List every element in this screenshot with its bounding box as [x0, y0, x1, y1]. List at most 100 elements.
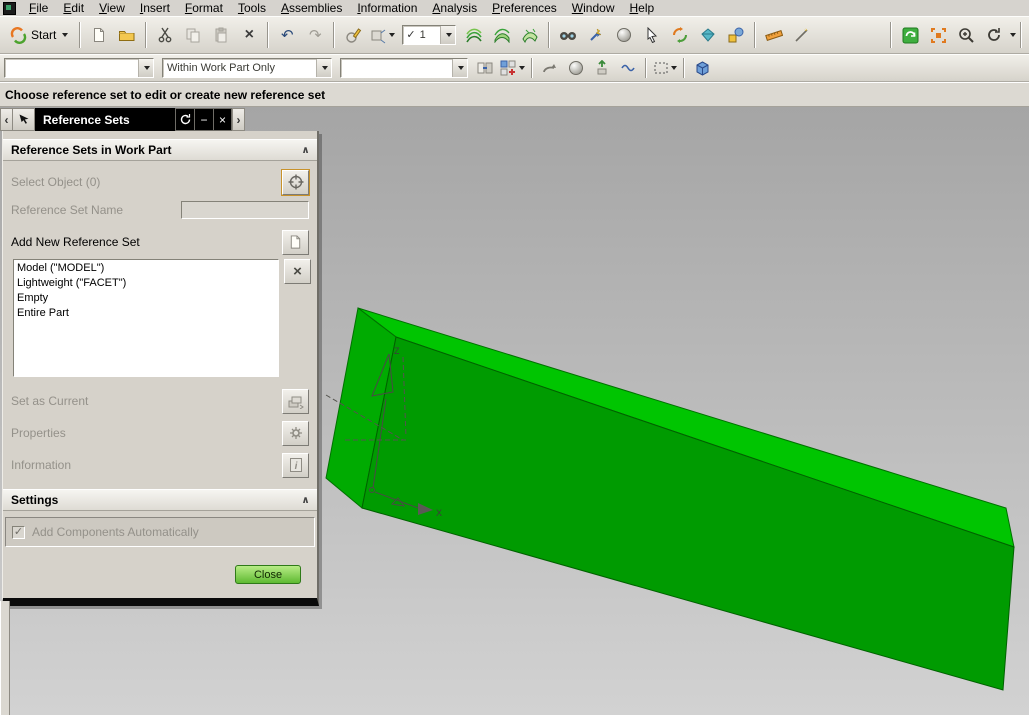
menu-analysis[interactable]: Analysis: [425, 0, 485, 16]
selection-scope-combo[interactable]: Within Work Part Only: [162, 58, 332, 78]
undo-icon: ↶: [281, 26, 294, 44]
add-components-checkbox: ✓: [12, 525, 25, 539]
redo-button: ↷: [304, 23, 326, 47]
blue-cube-icon: [696, 61, 708, 76]
component-name-dropdown-button[interactable]: [138, 59, 153, 77]
add-component-button[interactable]: [500, 57, 525, 79]
menu-information[interactable]: Information: [350, 0, 425, 16]
menu-assemblies[interactable]: Assemblies: [274, 0, 350, 16]
set-current-icon: [288, 396, 304, 409]
zoom-in-button[interactable]: [955, 23, 977, 47]
menu-file[interactable]: File: [22, 0, 56, 16]
dialog-back-button[interactable]: ‹: [0, 108, 13, 131]
menu-help[interactable]: Help: [622, 0, 662, 16]
list-item-empty[interactable]: Empty: [14, 291, 278, 306]
swept-button[interactable]: [491, 23, 513, 47]
component-search-dropdown-button[interactable]: [452, 59, 467, 77]
menu-edit[interactable]: Edit: [56, 0, 92, 16]
information-button: i: [282, 452, 309, 478]
shaded-view-button[interactable]: [613, 23, 635, 47]
product-outline-button[interactable]: [691, 57, 713, 79]
collapse-settings-icon[interactable]: ∧: [298, 493, 313, 508]
cut-button[interactable]: [154, 23, 176, 47]
gem-icon: [701, 28, 716, 42]
caret-down-icon: [446, 33, 453, 37]
check-icon: ✓: [406, 28, 416, 41]
caret-down-icon: [62, 33, 69, 37]
information-row: Information i: [3, 451, 317, 479]
pattern-component-button[interactable]: [565, 57, 587, 79]
ruler-icon: [765, 29, 784, 41]
list-item-entire-part[interactable]: Entire Part: [14, 306, 278, 321]
add-reference-set-button[interactable]: [282, 229, 309, 255]
through-curves-button[interactable]: [463, 23, 485, 47]
selection-scope-dropdown-button[interactable]: [316, 59, 331, 77]
component-name-combo[interactable]: [4, 58, 154, 78]
fit-view-button[interactable]: [927, 23, 949, 47]
menu-tools[interactable]: Tools: [231, 0, 274, 16]
start-button[interactable]: Start: [3, 22, 75, 48]
open-button[interactable]: [116, 23, 138, 47]
layer-dropdown-button[interactable]: [440, 26, 456, 44]
beam-front-face[interactable]: [361, 336, 1015, 691]
move-component-button[interactable]: [539, 57, 561, 79]
spline-button[interactable]: [791, 23, 813, 47]
component-search-combo[interactable]: [340, 58, 468, 78]
new-file-button[interactable]: [88, 23, 110, 47]
dialog-minimize-button[interactable]: −: [194, 108, 213, 131]
list-item-lightweight[interactable]: Lightweight ("FACET"): [14, 276, 278, 291]
dialog-close-x-button[interactable]: ×: [213, 108, 232, 131]
separator: [531, 58, 533, 78]
settings-title: Settings: [11, 493, 59, 507]
binoculars-icon: [560, 32, 577, 40]
rotate-view-icon: [988, 28, 1000, 41]
select-marquee-button[interactable]: [653, 57, 677, 79]
cursor-icon: [647, 27, 658, 43]
dialog-forward-button[interactable]: ›: [232, 108, 245, 131]
measure-distance-button[interactable]: [763, 23, 785, 47]
promote-arrow-icon: [597, 60, 607, 75]
separator: [548, 22, 551, 48]
crosshair-icon: [288, 174, 303, 190]
gem-display-button[interactable]: [697, 23, 719, 47]
dialog-drag-button[interactable]: [13, 108, 35, 131]
wave-geometry-button[interactable]: [617, 57, 639, 79]
rotate-view-button[interactable]: [983, 23, 1005, 47]
find-component-icon: [477, 62, 493, 74]
undo-button[interactable]: ↶: [276, 23, 298, 47]
studio-surface-button[interactable]: [519, 23, 541, 47]
assemblies-toolbar: Within Work Part Only: [0, 54, 1029, 82]
menu-preferences[interactable]: Preferences: [485, 0, 565, 16]
dialog-reset-button[interactable]: [175, 108, 194, 131]
sketch-button[interactable]: [342, 23, 364, 47]
snap-point-button[interactable]: [585, 23, 607, 47]
list-item-model[interactable]: Model ("MODEL"): [14, 261, 278, 276]
layer-value: 1: [419, 29, 426, 41]
resource-bar-strip[interactable]: [0, 601, 10, 715]
binoculars-button[interactable]: [557, 23, 579, 47]
layer-combo[interactable]: ✓ 1: [402, 25, 457, 45]
select-cursor-button[interactable]: [641, 23, 663, 47]
orbit-mode-button[interactable]: [669, 23, 691, 47]
refresh-button[interactable]: [899, 23, 921, 47]
toolbar-overflow-icon[interactable]: [1010, 33, 1016, 37]
select-object-button[interactable]: [281, 168, 310, 196]
reference-set-list[interactable]: Model ("MODEL") Lightweight ("FACET") Em…: [13, 259, 279, 377]
cursor-arrow-icon: [19, 114, 28, 124]
remove-reference-set-button[interactable]: ×: [284, 259, 311, 284]
menu-insert[interactable]: Insert: [133, 0, 178, 16]
menu-view[interactable]: View: [92, 0, 133, 16]
collapse-section-icon[interactable]: ∧: [298, 143, 313, 158]
svg-text:i: i: [294, 461, 297, 472]
find-component-button[interactable]: [474, 57, 496, 79]
menu-window[interactable]: Window: [565, 0, 623, 16]
menu-format[interactable]: Format: [178, 0, 231, 16]
separator: [645, 58, 647, 78]
promote-body-button[interactable]: [591, 57, 613, 79]
separator: [754, 22, 757, 48]
delete-button[interactable]: ×: [238, 23, 260, 47]
datum-csys-button[interactable]: [370, 23, 396, 47]
close-button[interactable]: Close: [235, 565, 301, 584]
properties-row: Properties: [3, 419, 317, 447]
shapes-button[interactable]: [725, 23, 747, 47]
